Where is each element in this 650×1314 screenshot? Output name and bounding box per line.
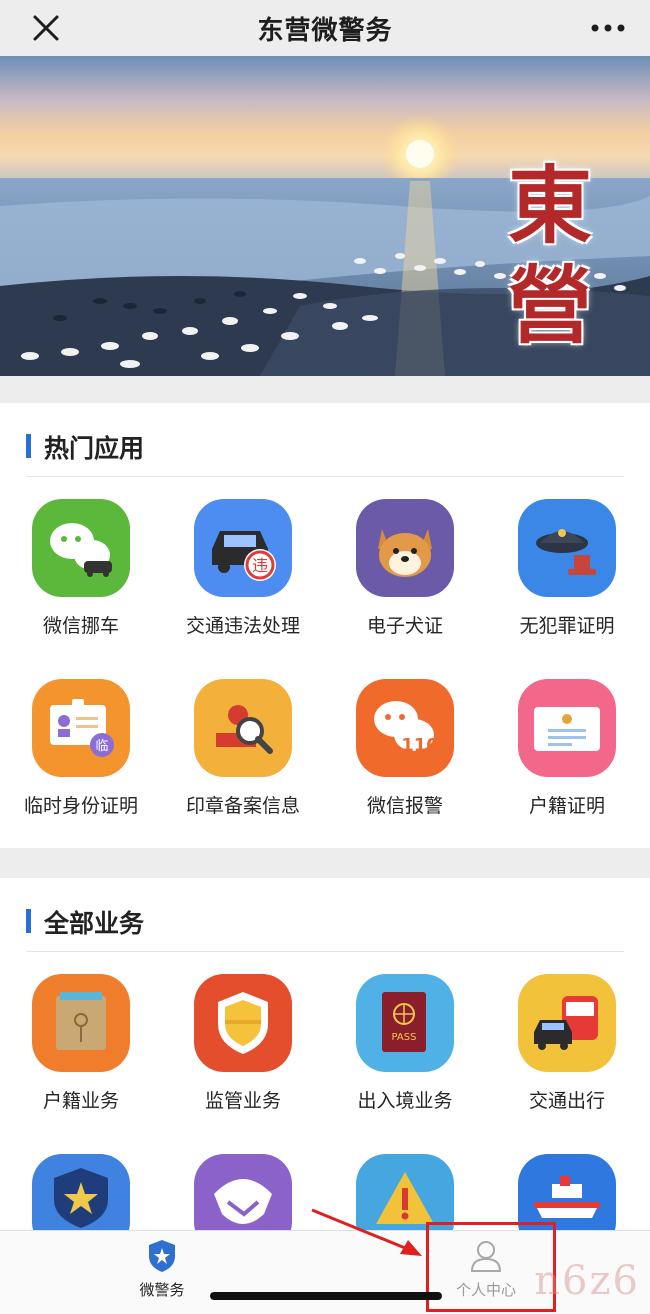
app-dog-license[interactable]: 电子犬证	[324, 499, 486, 638]
app-label: 微信报警	[366, 795, 443, 817]
section-accent-bar	[26, 909, 31, 933]
service-label: 监管业务	[204, 1090, 281, 1112]
seal-record-icon	[194, 679, 292, 777]
service-label: 交通出行	[528, 1090, 605, 1112]
service-traffic-travel[interactable]: 交通出行	[486, 974, 648, 1113]
home-indicator	[210, 1292, 442, 1300]
banner-image[interactable]: 東營	[0, 56, 650, 376]
supervision-shield-icon	[194, 974, 292, 1072]
app-label: 无犯罪证明	[519, 615, 615, 637]
app-seal-record[interactable]: 印章备案信息	[162, 679, 324, 818]
app-label: 微信挪车	[42, 615, 119, 637]
app-label: 印章备案信息	[185, 795, 300, 817]
temp-id-icon: 临	[32, 679, 130, 777]
section-title: 全部业务	[44, 909, 145, 938]
police-stamp-icon	[518, 499, 616, 597]
section-header: 全部业务	[26, 900, 624, 952]
app-label: 临时身份证明	[23, 795, 138, 817]
traffic-violation-icon: 违	[194, 499, 292, 597]
wechat-110-icon: 110	[356, 679, 454, 777]
passport-icon: PASS	[356, 974, 454, 1072]
section-accent-bar	[26, 434, 31, 458]
close-icon[interactable]	[30, 12, 62, 44]
app-label: 户籍证明	[528, 795, 605, 817]
traffic-travel-icon	[518, 974, 616, 1072]
app-wechat-move-car[interactable]: 微信挪车	[0, 499, 162, 638]
banner-calligraphy: 東營	[507, 156, 592, 355]
service-supervision[interactable]: 监管业务	[162, 974, 324, 1113]
service-label: 出入境业务	[357, 1090, 453, 1112]
app-no-crime-certificate[interactable]: 无犯罪证明	[486, 499, 648, 638]
temp-badge: 临	[95, 739, 108, 754]
annotation-arrow	[311, 1208, 422, 1256]
app-label: 电子犬证	[366, 615, 443, 637]
section-header: 热门应用	[26, 425, 624, 477]
wechat-car-icon	[32, 499, 130, 597]
all-services-section: 全部业务 户籍业务 监管业务 PASS 出入境业务 交通出行	[0, 878, 650, 1252]
app-temp-id[interactable]: 临 临时身份证明	[0, 679, 162, 818]
section-title: 热门应用	[44, 434, 145, 463]
passport-text: PASS	[392, 1032, 417, 1043]
household-certificate-icon	[518, 679, 616, 777]
hot-apps-section: 热门应用 微信挪车 违 交通违法处理 电子犬证 无犯罪证明 临 临时身份证明 印…	[0, 403, 650, 848]
service-household[interactable]: 户籍业务	[0, 974, 162, 1113]
violation-badge: 违	[252, 556, 268, 575]
app-wechat-110[interactable]: 110 微信报警	[324, 679, 486, 818]
page-title: 东营微警务	[257, 15, 393, 46]
app-label: 交通违法处理	[185, 615, 300, 637]
title-bar: 东营微警务	[0, 0, 650, 56]
more-options-icon[interactable]	[588, 14, 628, 42]
watermark: n6z6	[534, 1258, 640, 1304]
dog-license-icon	[356, 499, 454, 597]
service-entry-exit[interactable]: PASS 出入境业务	[324, 974, 486, 1113]
police-shield-tab-icon	[149, 1240, 175, 1272]
app-household-certificate[interactable]: 户籍证明	[486, 679, 648, 818]
app-traffic-violation[interactable]: 违 交通违法处理	[162, 499, 324, 638]
household-folder-icon	[32, 974, 130, 1072]
service-label: 户籍业务	[42, 1090, 119, 1112]
emergency-110-badge: 110	[401, 735, 439, 756]
